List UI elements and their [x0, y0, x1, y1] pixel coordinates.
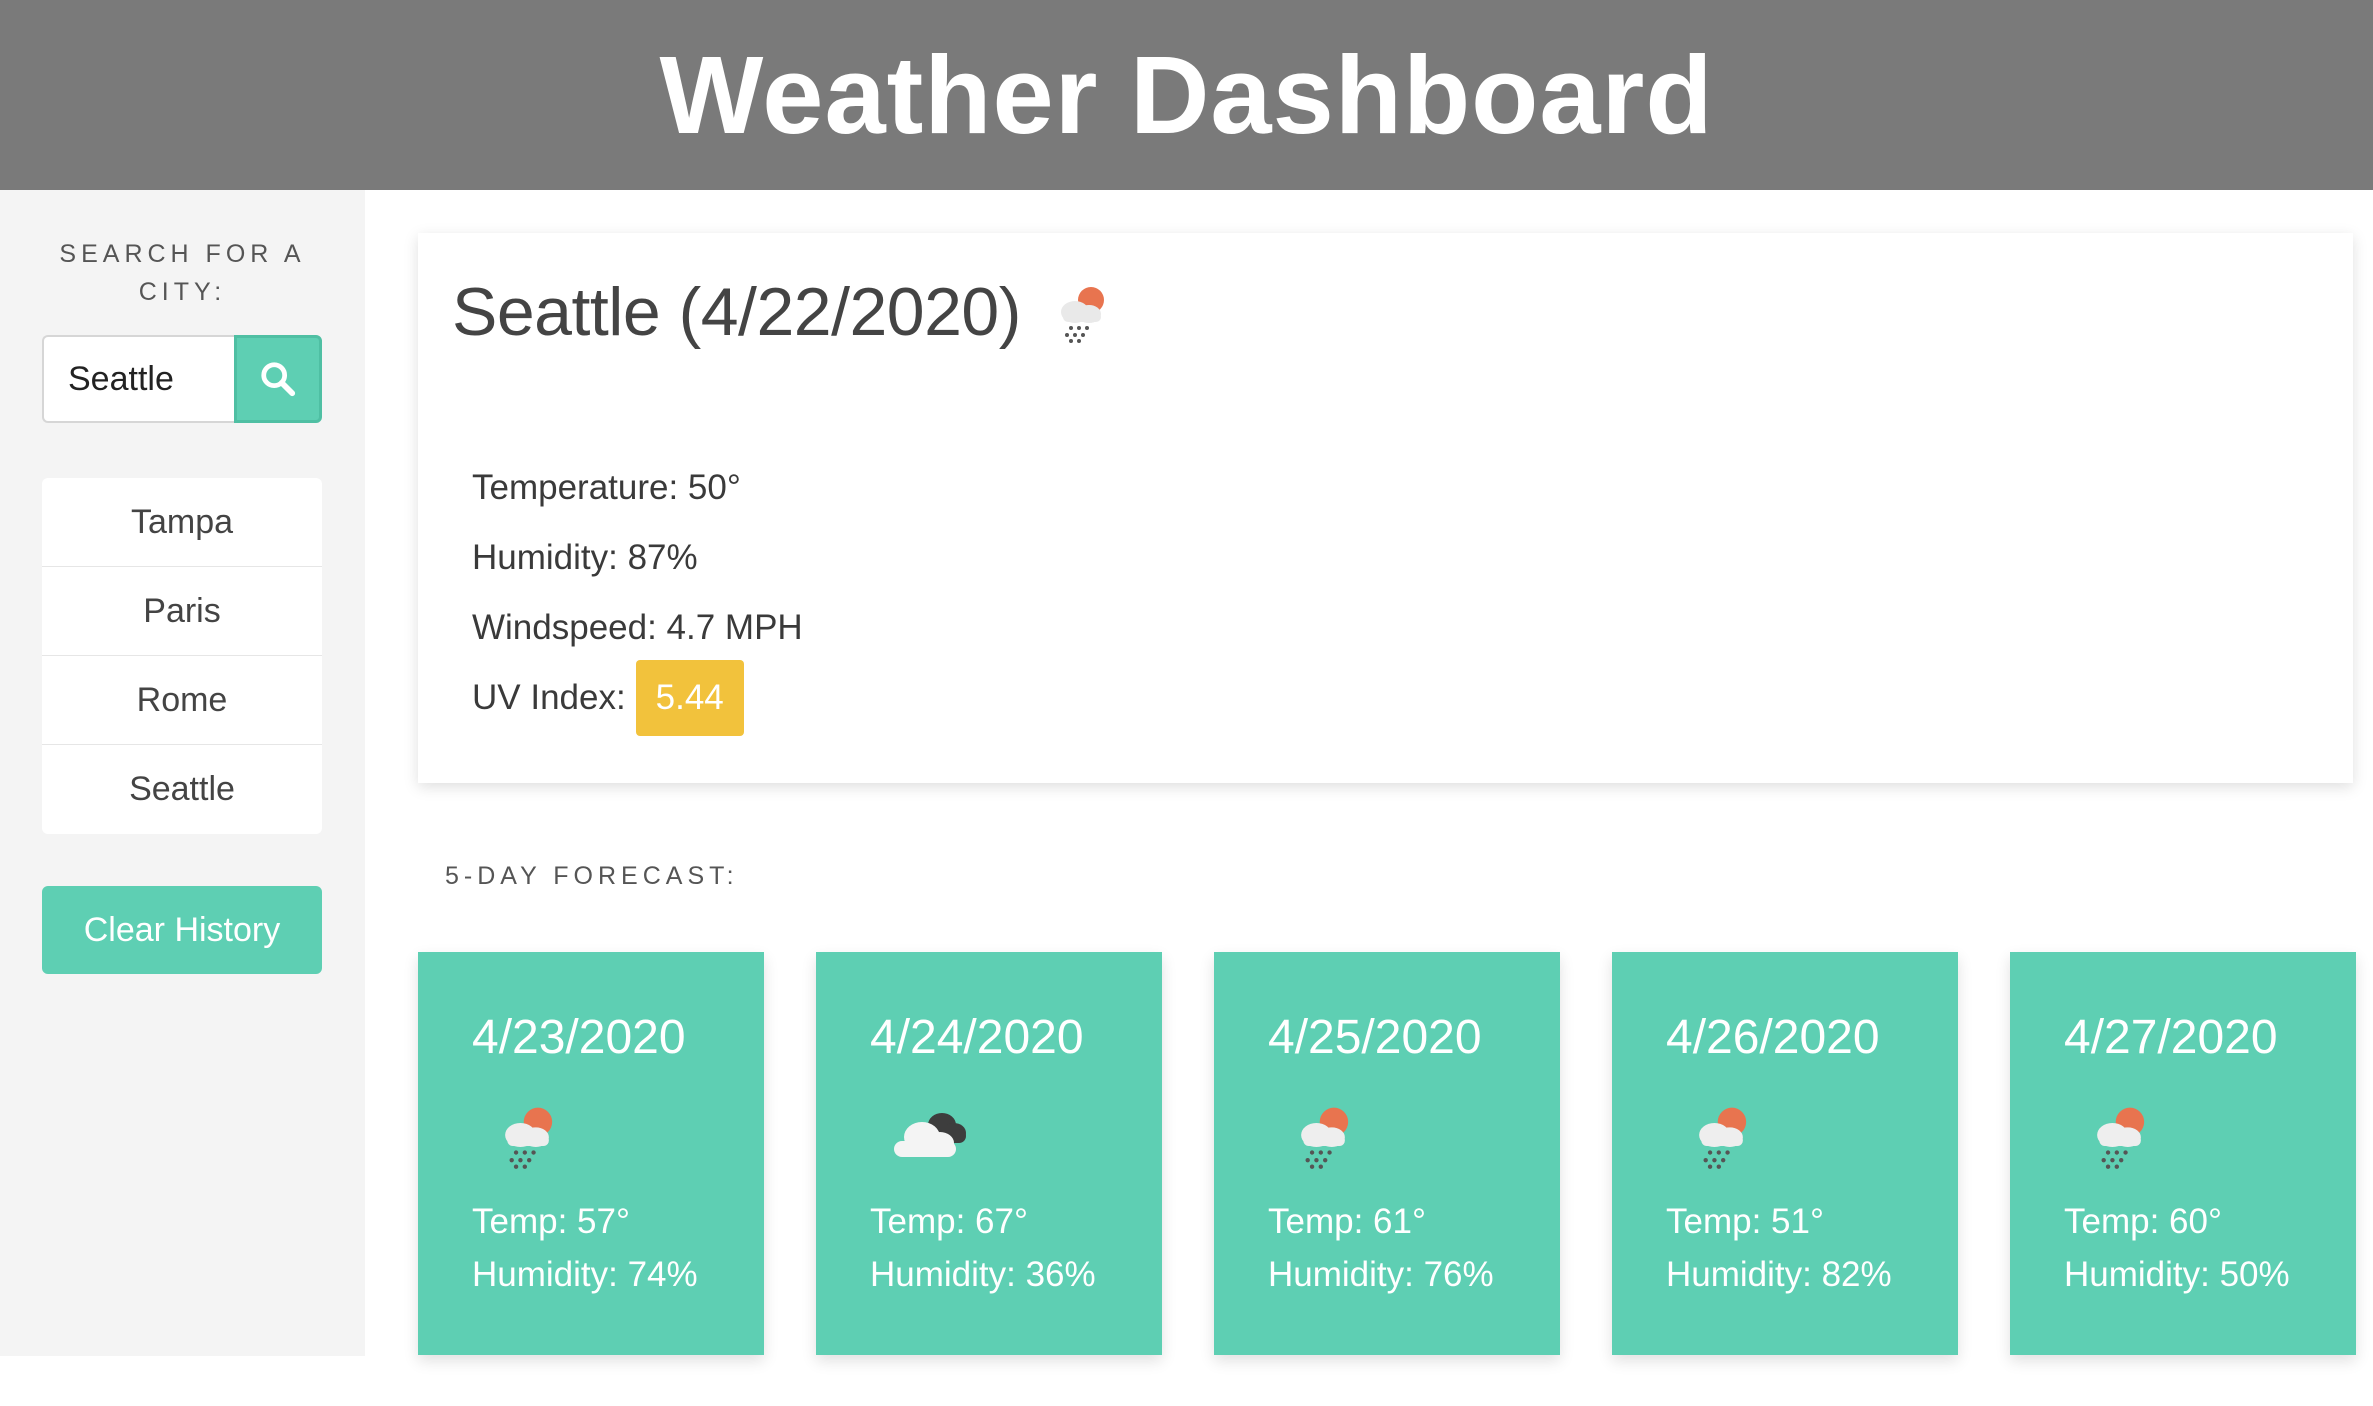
- uv-index-label: UV Index:: [472, 678, 626, 717]
- broken-clouds-icon: [894, 1113, 966, 1157]
- forecast-card: 4/26/2020 Temp: 51° Humidity: 82%: [1612, 952, 1958, 1355]
- search-button[interactable]: [234, 335, 322, 423]
- forecast-temp: Temp: 67°: [870, 1202, 1028, 1241]
- history-item-rome[interactable]: Rome: [42, 656, 322, 745]
- rain-sun-icon: [1699, 1107, 1747, 1169]
- rain-sun-icon: [1060, 287, 1104, 343]
- windspeed-text: Windspeed: 4.7 MPH: [472, 608, 803, 647]
- forecast-card: 4/24/2020 Temp: 67° Humidity: 36%: [816, 952, 1162, 1355]
- history-item-tampa[interactable]: Tampa: [42, 478, 322, 567]
- clear-history-button[interactable]: Clear History: [42, 886, 322, 974]
- rain-sun-icon: [505, 1107, 553, 1169]
- uv-index-badge: 5.44: [635, 660, 744, 736]
- sidebar: Search for a City: Tampa Paris Rome Seat…: [0, 190, 365, 1356]
- forecast-cards: 4/23/2020 Temp: 57° Humidity: 74% 4/24/2…: [418, 952, 2356, 1355]
- forecast-temp: Temp: 57°: [472, 1202, 630, 1241]
- forecast-card: 4/27/2020 Temp: 60° Humidity: 50%: [2010, 952, 2356, 1355]
- page-title: Weather Dashboard: [659, 33, 1714, 157]
- forecast-card: 4/25/2020 Temp: 61° Humidity: 76%: [1214, 952, 1560, 1355]
- search-history-list: Tampa Paris Rome Seattle: [42, 478, 322, 834]
- forecast-date: 4/24/2020: [870, 1011, 1084, 1064]
- search-label: Search for a City:: [59, 240, 306, 306]
- forecast-humidity: Humidity: 82%: [1666, 1255, 1892, 1294]
- forecast-temp: Temp: 51°: [1666, 1202, 1824, 1241]
- uv-index-row: UV Index: 5.44: [472, 660, 803, 736]
- forecast-temp: Temp: 61°: [1268, 1202, 1426, 1241]
- current-weather-heading: Seattle (4/22/2020): [452, 273, 1113, 351]
- current-weather-card: Seattle (4/22/2020) Temperature: 50° Hum…: [418, 233, 2353, 783]
- forecast-humidity: Humidity: 36%: [870, 1255, 1096, 1294]
- page-header: Weather Dashboard: [0, 0, 2373, 190]
- forecast-date: 4/23/2020: [472, 1011, 686, 1064]
- history-item-paris[interactable]: Paris: [42, 567, 322, 656]
- current-city-date: Seattle (4/22/2020): [452, 274, 1021, 350]
- forecast-date: 4/27/2020: [2064, 1011, 2278, 1064]
- forecast-humidity: Humidity: 76%: [1268, 1255, 1494, 1294]
- search-icon: [261, 362, 296, 397]
- forecast-humidity: Humidity: 50%: [2064, 1255, 2290, 1294]
- forecast-date: 4/26/2020: [1666, 1011, 1880, 1064]
- history-item-seattle[interactable]: Seattle: [42, 745, 322, 834]
- forecast-heading: 5-DAY FORECAST:: [445, 862, 739, 890]
- temperature-text: Temperature: 50°: [472, 468, 741, 507]
- forecast-temp: Temp: 60°: [2064, 1202, 2222, 1241]
- current-stats: Temperature: 50° Humidity: 87% Windspeed…: [472, 453, 803, 736]
- rain-sun-icon: [2097, 1107, 2145, 1169]
- humidity-text: Humidity: 87%: [472, 538, 698, 577]
- search-form: [42, 335, 322, 423]
- forecast-date: 4/25/2020: [1268, 1011, 1482, 1064]
- forecast-humidity: Humidity: 74%: [472, 1255, 698, 1294]
- search-input[interactable]: [42, 335, 234, 423]
- forecast-card: 4/23/2020 Temp: 57° Humidity: 74%: [418, 952, 764, 1355]
- rain-sun-icon: [1301, 1107, 1349, 1169]
